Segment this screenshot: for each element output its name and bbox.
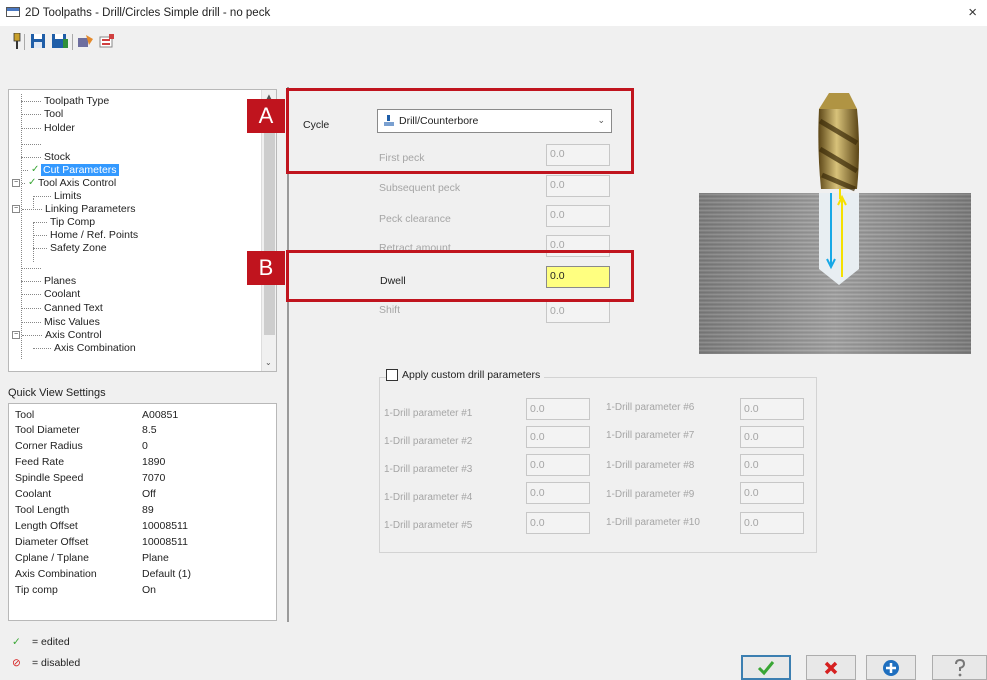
scrollbar-thumb[interactable] [264, 104, 275, 335]
shift-label: Shift [379, 304, 401, 316]
subsequent-peck-label: Subsequent peck [379, 182, 461, 194]
drill-param-1-input[interactable]: 0.0 [526, 398, 590, 420]
drill-preview-image [699, 93, 971, 354]
toolbar [0, 30, 987, 54]
chevron-down-icon[interactable]: ⌄ [265, 358, 272, 367]
drill-param-9-input[interactable]: 0.0 [740, 482, 804, 504]
tree-item-cut-parameters[interactable]: ✓ Cut Parameters [21, 164, 119, 176]
x-icon [824, 661, 838, 674]
add-operation-button[interactable] [866, 655, 916, 680]
legend-edited: ✓ = edited [12, 636, 70, 648]
tree-item-home-ref-points[interactable]: Home / Ref. Points [33, 229, 138, 241]
tree-item-blank [21, 138, 44, 150]
drill-param-8-input[interactable]: 0.0 [740, 454, 804, 476]
quick-view-title: Quick View Settings [8, 387, 106, 399]
drill-param-10-label: 1-Drill parameter #10 [606, 517, 700, 528]
disabled-icon: ⊘ [12, 657, 21, 669]
app-window-icon [6, 7, 20, 17]
question-icon [954, 658, 965, 676]
save-library-icon[interactable] [51, 32, 69, 50]
drill-param-3-label: 1-Drill parameter #3 [384, 464, 473, 475]
callout-a-box [286, 88, 634, 174]
apply-custom-drill-checkbox[interactable]: Apply custom drill parameters [386, 369, 545, 381]
drill-param-10-input[interactable]: 0.0 [740, 512, 804, 534]
tree-item-axis-control[interactable]: − Axis Control [12, 329, 102, 341]
tree-item-stock[interactable]: Stock [21, 151, 70, 163]
peck-clearance-label: Peck clearance [379, 213, 451, 225]
operation-defaults-icon[interactable] [77, 32, 95, 50]
drill-param-2-label: 1-Drill parameter #2 [384, 436, 473, 447]
toolbar-separator [72, 34, 73, 50]
legend-disabled: ⊘ = disabled [12, 657, 81, 669]
collapse-icon[interactable]: − [12, 205, 20, 213]
shift-input[interactable]: 0.0 [546, 301, 610, 323]
callout-a-tag: A [247, 99, 285, 133]
tree-item-toolpath-type[interactable]: Toolpath Type [21, 95, 109, 107]
tree-item-planes[interactable]: Planes [21, 275, 76, 287]
tree-item-blank [21, 262, 44, 274]
cancel-button[interactable] [806, 655, 856, 680]
ok-button[interactable] [741, 655, 791, 680]
checkbox-box[interactable] [386, 369, 398, 381]
title-bar: 2D Toolpaths - Drill/Circles Simple dril… [0, 0, 987, 26]
drill-param-7-label: 1-Drill parameter #7 [606, 430, 695, 441]
drill-param-7-input[interactable]: 0.0 [740, 426, 804, 448]
tree-item-axis-combination[interactable]: Axis Combination [33, 342, 136, 354]
toolbar-separator [24, 34, 25, 50]
tree-item-tool-axis-control[interactable]: − ✓ Tool Axis Control [12, 177, 116, 189]
drill-param-2-input[interactable]: 0.0 [526, 426, 590, 448]
drill-param-5-input[interactable]: 0.0 [526, 512, 590, 534]
parameter-tree: Toolpath Type Tool Holder Stock ✓ Cut Par… [8, 89, 277, 372]
tree-item-canned-text[interactable]: Canned Text [21, 302, 103, 314]
drill-param-1-label: 1-Drill parameter #1 [384, 408, 473, 419]
window-title: 2D Toolpaths - Drill/Circles Simple dril… [25, 7, 271, 19]
tree-item-misc-values[interactable]: Misc Values [21, 316, 100, 328]
edited-check-icon: ✓ [12, 636, 21, 648]
drill-param-8-label: 1-Drill parameter #8 [606, 460, 695, 471]
collapse-icon[interactable]: − [12, 331, 20, 339]
tree-item-tip-comp[interactable]: Tip Comp [33, 216, 95, 228]
collapse-icon[interactable]: − [12, 179, 20, 187]
drill-param-3-input[interactable]: 0.0 [526, 454, 590, 476]
tree-item-safety-zone[interactable]: Safety Zone [33, 242, 107, 254]
edited-check-icon: ✓ [28, 177, 37, 188]
close-window-button[interactable]: × [968, 4, 977, 21]
drill-param-5-label: 1-Drill parameter #5 [384, 520, 473, 531]
tree-item-tool[interactable]: Tool [21, 108, 63, 120]
tree-item-linking-parameters[interactable]: − Linking Parameters [12, 203, 135, 215]
checkmark-icon [757, 660, 775, 675]
quick-view-panel: Tool A00851 Tool Diameter 8.5 Corner Radiu… [8, 403, 277, 621]
tree-item-holder[interactable]: Holder [21, 122, 75, 134]
drill-param-4-label: 1-Drill parameter #4 [384, 492, 473, 503]
plus-circle-icon [883, 659, 899, 676]
callout-b-tag: B [247, 251, 285, 285]
subsequent-peck-input[interactable]: 0.0 [546, 175, 610, 197]
drill-param-9-label: 1-Drill parameter #9 [606, 489, 695, 500]
drill-param-6-input[interactable]: 0.0 [740, 398, 804, 420]
tree-item-coolant[interactable]: Coolant [21, 288, 80, 300]
peck-clearance-input[interactable]: 0.0 [546, 205, 610, 227]
help-button[interactable] [932, 655, 987, 680]
save-icon[interactable] [29, 32, 47, 50]
drill-param-6-label: 1-Drill parameter #6 [606, 402, 695, 413]
drill-param-4-input[interactable]: 0.0 [526, 482, 590, 504]
edited-check-icon: ✓ [31, 164, 40, 175]
tree-item-limits[interactable]: Limits [33, 190, 81, 202]
callout-b-box [286, 250, 634, 302]
edit-list-icon[interactable] [98, 32, 116, 50]
